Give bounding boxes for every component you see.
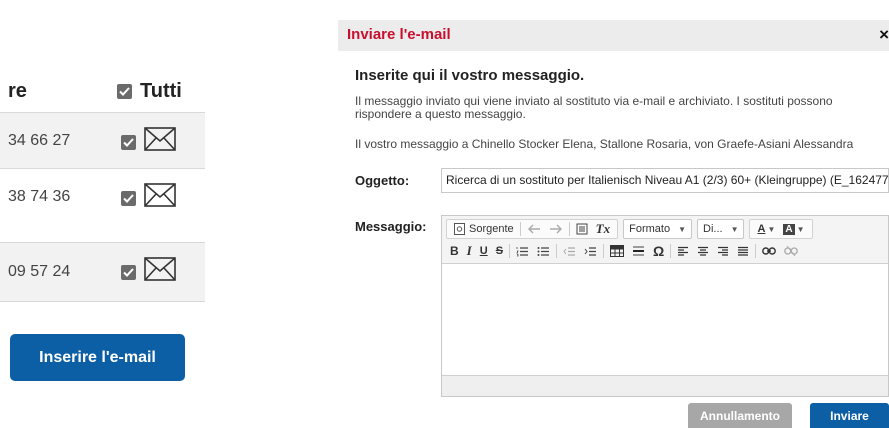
bold-button[interactable]: B bbox=[446, 242, 463, 260]
source-label: Sorgente bbox=[469, 223, 514, 235]
envelope-icon[interactable] bbox=[144, 257, 176, 286]
message-input[interactable] bbox=[442, 265, 888, 375]
indent-icon[interactable] bbox=[580, 242, 601, 260]
recipients-text: Il vostro messaggio a Chinello Stocker E… bbox=[355, 137, 854, 151]
row-checkbox[interactable] bbox=[121, 191, 136, 206]
size-label: Di... bbox=[703, 223, 723, 235]
special-char-icon[interactable]: Ω bbox=[649, 242, 668, 260]
clear-format-icon[interactable]: Tx bbox=[592, 220, 614, 238]
chevron-down-icon: ▼ bbox=[730, 224, 739, 234]
bg-color-icon: A bbox=[783, 223, 795, 235]
italic-button[interactable]: I bbox=[463, 242, 476, 260]
undo-icon[interactable] bbox=[523, 220, 545, 238]
dialog-titlebar: Inviare l'e-mail × bbox=[338, 20, 889, 51]
phone-number: 09 57 24 bbox=[8, 263, 71, 280]
phone-number: 34 66 27 bbox=[8, 131, 71, 149]
send-email-dialog: Inviare l'e-mail × Inserite qui il vostr… bbox=[338, 20, 889, 428]
underline-button[interactable]: U bbox=[476, 242, 492, 260]
table-header: re Tutti bbox=[0, 72, 205, 112]
numbered-list-icon[interactable] bbox=[512, 242, 533, 260]
align-left-icon[interactable] bbox=[673, 242, 693, 260]
chevron-down-icon: ▼ bbox=[767, 224, 776, 234]
background-table: re Tutti 34 66 27 38 74 36 09 57 24 Inse… bbox=[0, 0, 205, 428]
redo-icon[interactable] bbox=[545, 220, 567, 238]
align-right-icon[interactable] bbox=[713, 242, 733, 260]
chevron-down-icon: ▼ bbox=[796, 224, 805, 234]
dialog-heading: Inserite qui il vostro messaggio. bbox=[355, 67, 585, 84]
outdent-icon[interactable] bbox=[559, 242, 580, 260]
table-row: 34 66 27 bbox=[0, 112, 205, 168]
table-row: 09 57 24 bbox=[0, 242, 205, 302]
info-text: Il messaggio inviato qui viene inviato a… bbox=[355, 94, 833, 121]
align-justify-icon[interactable] bbox=[733, 242, 753, 260]
rich-text-editor: Sorgente Tx Formato ▼ Di... ▼ A ▼ A ▼ B … bbox=[441, 215, 889, 397]
unlink-icon[interactable] bbox=[780, 242, 802, 260]
source-button[interactable]: Sorgente bbox=[450, 220, 518, 238]
row-checkbox[interactable] bbox=[121, 265, 136, 280]
size-dropdown[interactable]: Di... ▼ bbox=[697, 219, 745, 239]
dialog-title: Inviare l'e-mail bbox=[347, 26, 451, 43]
select-all[interactable]: Tutti bbox=[117, 80, 182, 103]
message-label: Messaggio: bbox=[355, 219, 427, 234]
align-center-icon[interactable] bbox=[693, 242, 713, 260]
bg-color-button[interactable]: A ▼ bbox=[779, 220, 808, 238]
link-icon[interactable] bbox=[758, 242, 780, 260]
send-button[interactable]: Inviare bbox=[810, 403, 889, 428]
bullet-list-icon[interactable] bbox=[533, 242, 554, 260]
envelope-icon[interactable] bbox=[144, 127, 176, 156]
select-all-checkbox[interactable] bbox=[117, 84, 132, 99]
phone-number: 38 74 36 bbox=[8, 187, 71, 205]
close-icon[interactable]: × bbox=[879, 25, 889, 45]
format-dropdown[interactable]: Formato ▼ bbox=[623, 219, 692, 239]
subject-label: Oggetto: bbox=[355, 173, 410, 188]
strikethrough-button[interactable]: S bbox=[492, 242, 507, 260]
format-label: Formato bbox=[629, 223, 671, 235]
table-row: 38 74 36 bbox=[0, 168, 205, 224]
envelope-icon[interactable] bbox=[144, 183, 176, 212]
text-color-icon: A bbox=[757, 223, 766, 235]
cancel-button[interactable]: Annullamento bbox=[688, 403, 792, 428]
text-color-button[interactable]: A ▼ bbox=[753, 220, 779, 238]
chevron-down-icon: ▼ bbox=[678, 224, 686, 234]
paste-text-icon[interactable] bbox=[572, 220, 592, 238]
horizontal-line-icon[interactable] bbox=[628, 242, 649, 260]
editor-toolbar: Sorgente Tx Formato ▼ Di... ▼ A ▼ A ▼ B … bbox=[442, 216, 888, 264]
insert-email-button[interactable]: Inserire l'e-mail bbox=[10, 334, 185, 381]
table-icon[interactable] bbox=[606, 242, 628, 260]
subject-input[interactable]: Ricerca di un sostituto per Italienisch … bbox=[441, 168, 889, 193]
column-header-phone: re bbox=[8, 80, 27, 102]
row-checkbox[interactable] bbox=[121, 135, 136, 150]
select-all-label: Tutti bbox=[140, 80, 182, 102]
source-icon bbox=[454, 223, 465, 235]
editor-statusbar bbox=[442, 375, 888, 396]
